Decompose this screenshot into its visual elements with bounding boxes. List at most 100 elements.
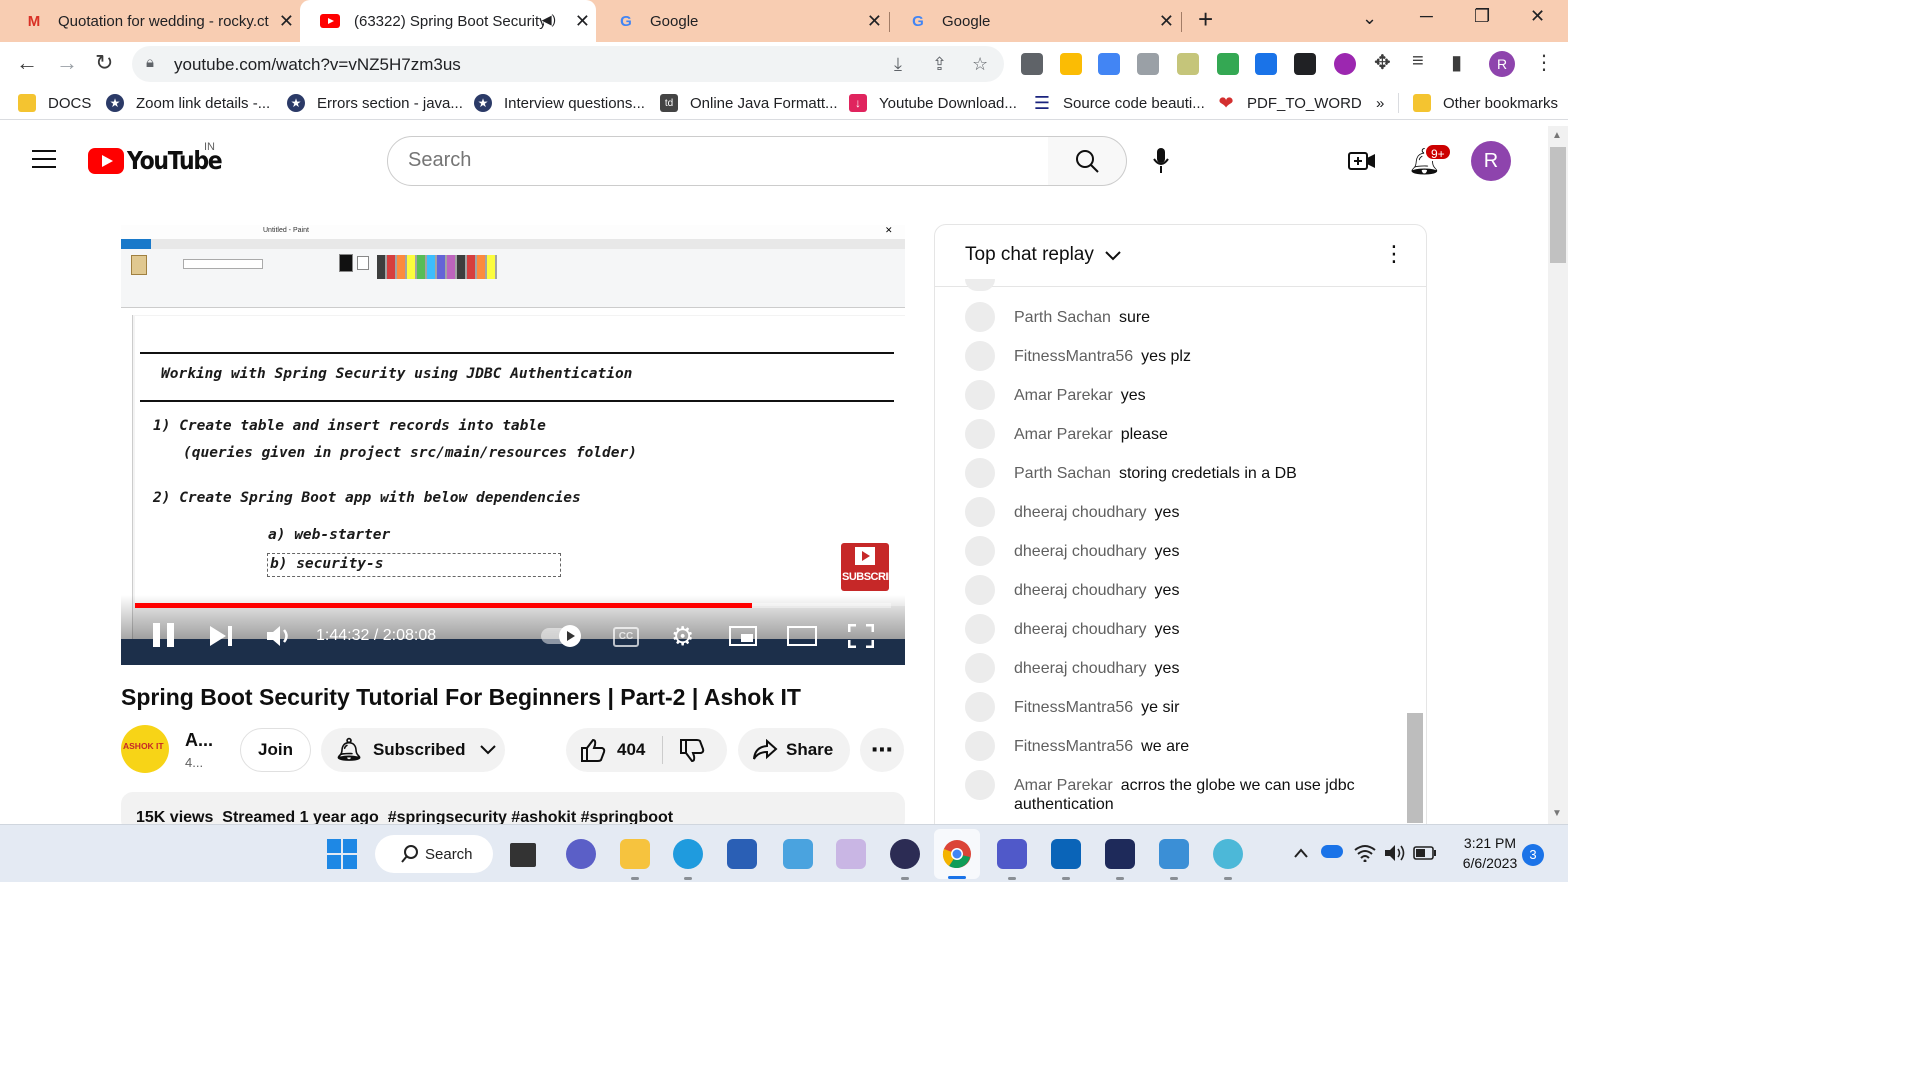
- join-button[interactable]: Join: [240, 728, 311, 772]
- chat-author-name[interactable]: dheeraj choudhary: [1014, 582, 1147, 599]
- chat-author-name[interactable]: FitnessMantra56: [1014, 699, 1133, 716]
- bookmark-interview[interactable]: ★ Interview questions...: [474, 93, 645, 113]
- close-tab-icon[interactable]: ✕: [279, 11, 294, 32]
- search-box[interactable]: [387, 136, 1049, 186]
- photos-icon[interactable]: [783, 839, 813, 869]
- reload-icon[interactable]: ↻: [95, 50, 113, 76]
- microsoft-store-icon[interactable]: [727, 839, 757, 869]
- scroll-down-arrow-icon[interactable]: ▼: [1552, 808, 1562, 819]
- pause-icon[interactable]: [153, 623, 175, 647]
- bookmark-star-icon[interactable]: ☆: [972, 54, 988, 75]
- autoplay-toggle[interactable]: [541, 625, 581, 647]
- webex-icon[interactable]: [1105, 839, 1135, 869]
- bookmark-pdf-to-word[interactable]: ❤ PDF_TO_WORD: [1217, 93, 1361, 113]
- fullscreen-icon[interactable]: [848, 624, 874, 648]
- chat-author-name[interactable]: dheeraj choudhary: [1014, 543, 1147, 560]
- speaker-icon[interactable]: [1384, 844, 1408, 862]
- extension-1-icon[interactable]: [1021, 53, 1043, 75]
- new-tab-icon[interactable]: +: [1198, 4, 1213, 35]
- bookmark-errors[interactable]: ★ Errors section - java...: [287, 93, 463, 113]
- other-bookmarks[interactable]: Other bookmarks: [1413, 93, 1558, 113]
- close-tab-icon[interactable]: ✕: [867, 11, 882, 32]
- extension-2-icon[interactable]: [1060, 53, 1082, 75]
- theater-mode-icon[interactable]: [787, 626, 817, 646]
- chat-author-avatar[interactable]: [965, 419, 995, 449]
- hamburger-menu-icon[interactable]: [32, 150, 56, 168]
- battery-icon[interactable]: [1413, 846, 1437, 860]
- chat-author-avatar[interactable]: [965, 380, 995, 410]
- chat-more-icon[interactable]: ⋮: [1383, 241, 1405, 267]
- close-tab-icon[interactable]: ✕: [1159, 11, 1174, 32]
- settings-gear-icon[interactable]: ⚙: [671, 621, 694, 652]
- chat-author-name[interactable]: FitnessMantra56: [1014, 348, 1133, 365]
- chat-author-avatar[interactable]: [965, 302, 995, 332]
- address-bar[interactable]: 🔒︎ youtube.com/watch?v=vNZ5H7zm3us ⤓ ⇪ ☆: [132, 46, 1004, 82]
- like-count[interactable]: 404: [617, 740, 645, 760]
- side-panel-icon[interactable]: ▮: [1451, 50, 1462, 75]
- audio-playing-icon[interactable]: ◀): [542, 12, 556, 28]
- chat-author-avatar[interactable]: [965, 731, 995, 761]
- more-actions-icon[interactable]: ⋯: [860, 728, 904, 772]
- tab-gmail[interactable]: M Quotation for wedding - rocky.ct ✕: [4, 0, 300, 42]
- microphone-icon[interactable]: [1152, 147, 1170, 175]
- chat-author-name[interactable]: Parth Sachan: [1014, 309, 1111, 326]
- subscribed-button[interactable]: 🔔︎ Subscribed: [321, 728, 505, 772]
- extensions-puzzle-icon[interactable]: ✥: [1374, 50, 1391, 75]
- forward-icon[interactable]: →: [56, 50, 78, 76]
- browser-menu-icon[interactable]: ⋮: [1534, 50, 1554, 75]
- chat-author-name[interactable]: dheeraj choudhary: [1014, 621, 1147, 638]
- chat-author-avatar[interactable]: [965, 458, 995, 488]
- edge-icon[interactable]: [673, 839, 703, 869]
- lock-icon[interactable]: 🔒︎: [146, 54, 154, 71]
- onedrive-icon[interactable]: [1321, 845, 1343, 858]
- tab-youtube[interactable]: (63322) Spring Boot Security ◀) ✕: [300, 0, 596, 42]
- dislike-icon[interactable]: [679, 739, 705, 763]
- clock[interactable]: 3:21 PM 6/6/2023: [1452, 835, 1528, 871]
- youtube-logo[interactable]: YouTube IN: [88, 141, 234, 175]
- subscribe-watermark[interactable]: SUBSCRIBE: [841, 543, 903, 591]
- chat-author-avatar[interactable]: [965, 692, 995, 722]
- bookmark-zoom[interactable]: ★ Zoom link details -...: [106, 93, 270, 113]
- chat-author-avatar[interactable]: [965, 614, 995, 644]
- chat-author-name[interactable]: FitnessMantra56: [1014, 738, 1133, 755]
- paint-palette-icon[interactable]: [1213, 839, 1243, 869]
- file-explorer-icon[interactable]: [620, 839, 650, 869]
- bookmark-java-formatter[interactable]: td Online Java Formatt...: [660, 93, 838, 113]
- media-control-icon[interactable]: ≡: [1412, 50, 1424, 73]
- close-tab-icon[interactable]: ✕: [575, 11, 590, 32]
- chat-author-name[interactable]: Parth Sachan: [1014, 465, 1111, 482]
- chat-author-avatar[interactable]: [965, 497, 995, 527]
- bookmark-source-code[interactable]: ☰ Source code beauti...: [1033, 93, 1205, 113]
- volume-icon[interactable]: [266, 624, 292, 648]
- snipping-tool-icon[interactable]: [836, 839, 866, 869]
- bookmark-youtube-download[interactable]: ↓ Youtube Download...: [849, 93, 1017, 113]
- task-view-icon[interactable]: [510, 843, 536, 867]
- bookmark-docs[interactable]: DOCS: [18, 93, 91, 113]
- wifi-icon[interactable]: [1354, 844, 1376, 862]
- teams-chat-icon[interactable]: [566, 839, 596, 869]
- extension-9-icon[interactable]: [1334, 53, 1356, 75]
- chat-mode-chevron-icon[interactable]: [1105, 251, 1121, 261]
- extension-4-icon[interactable]: [1137, 53, 1159, 75]
- chat-author-name[interactable]: dheeraj choudhary: [1014, 504, 1147, 521]
- close-window-icon[interactable]: ✕: [1530, 6, 1545, 27]
- chat-author-avatar[interactable]: [965, 653, 995, 683]
- share-page-icon[interactable]: ⇪: [932, 54, 947, 75]
- install-app-icon[interactable]: ⤓: [894, 54, 902, 75]
- tray-overflow-chevron-icon[interactable]: [1294, 848, 1308, 858]
- search-input[interactable]: [408, 149, 1008, 172]
- chat-mode-label[interactable]: Top chat replay: [965, 244, 1094, 266]
- video-player[interactable]: Untitled - Paint ✕ Working with Spring S…: [121, 225, 905, 665]
- chat-author-name[interactable]: dheeraj choudhary: [1014, 660, 1147, 677]
- miniplayer-icon[interactable]: [729, 626, 757, 646]
- chat-author-avatar[interactable]: [965, 536, 995, 566]
- paint-app-icon[interactable]: [1159, 839, 1189, 869]
- channel-name[interactable]: A...: [185, 730, 213, 751]
- progress-bar[interactable]: [135, 603, 891, 608]
- account-avatar[interactable]: R: [1471, 141, 1511, 181]
- chat-author-avatar[interactable]: [965, 770, 995, 800]
- chat-scrollbar[interactable]: [1407, 713, 1423, 823]
- notification-center-badge[interactable]: 3: [1522, 844, 1544, 866]
- extension-7-icon[interactable]: [1255, 53, 1277, 75]
- next-video-icon[interactable]: [209, 625, 233, 647]
